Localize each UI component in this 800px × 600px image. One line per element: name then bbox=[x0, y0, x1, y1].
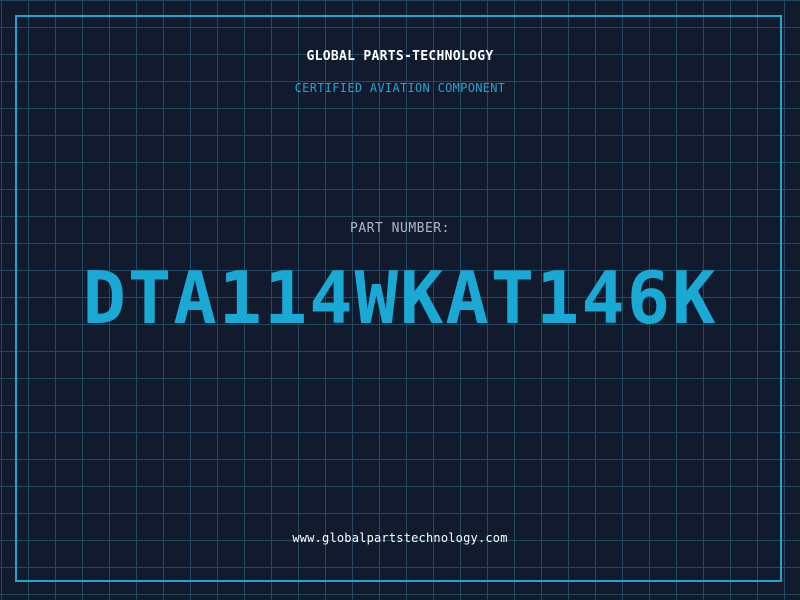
part-label-card: GLOBAL PARTS-TECHNOLOGY CERTIFIED AVIATI… bbox=[0, 0, 800, 600]
company-name: GLOBAL PARTS-TECHNOLOGY bbox=[306, 49, 494, 64]
part-number-label: PART NUMBER: bbox=[350, 221, 450, 236]
certification-subtitle: CERTIFIED AVIATION COMPONENT bbox=[294, 81, 506, 95]
part-number-value: DTA114WKAT146K bbox=[82, 256, 718, 340]
website-url: www.globalpartstechnology.com bbox=[292, 531, 508, 545]
